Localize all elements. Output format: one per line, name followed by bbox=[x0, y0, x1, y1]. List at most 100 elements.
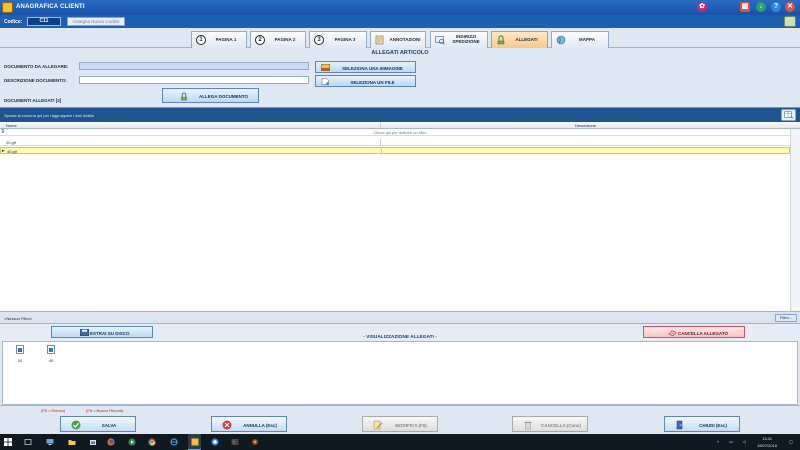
globe-icon bbox=[556, 35, 566, 45]
taskbar: ˄ ▭ ◁ 13:41 19/07/2016 ▢ bbox=[0, 434, 800, 450]
preview-header: ESTRAI SU DISCO - VISUALIZZAZIONE ALLEGA… bbox=[0, 323, 800, 341]
tray-arrow-icon[interactable]: ˄ bbox=[713, 439, 723, 444]
number-2-icon: 2 bbox=[255, 35, 265, 45]
select-image-button[interactable]: SELEZIONA UNA IMMAGINE bbox=[315, 61, 416, 73]
clock-date[interactable]: 19/07/2016 bbox=[752, 443, 782, 448]
tab-label: INDIRIZZI SPEDIZIONE bbox=[452, 34, 480, 44]
bottom-bar: (F5 = Elenco) (F8 = Nuovo Record) SALVA … bbox=[0, 405, 800, 434]
media-player-icon[interactable] bbox=[128, 438, 136, 446]
group-by-panel[interactable]: Sposta la colonna qui per raggruppare i … bbox=[0, 108, 800, 122]
network-icon[interactable]: ▭ bbox=[726, 439, 736, 444]
tab-pagina-3[interactable]: 3 PAGINA 3 bbox=[309, 31, 367, 48]
volume-icon[interactable]: ◁ bbox=[739, 439, 749, 444]
eraser-icon bbox=[668, 330, 677, 336]
shortcut-list-hint: (F5 = Elenco) bbox=[41, 408, 66, 413]
filter-button[interactable]: Filtro... bbox=[775, 314, 797, 322]
trash-icon bbox=[524, 421, 532, 430]
column-header-name[interactable]: Nome bbox=[6, 122, 380, 128]
folder-icon[interactable] bbox=[68, 438, 76, 446]
description-label: DESCRIZIONE DOCUMENTO: bbox=[4, 78, 67, 83]
column-header-description[interactable]: Descrizione bbox=[380, 122, 790, 128]
image-icon bbox=[321, 64, 330, 71]
close-icon[interactable]: ✕ bbox=[785, 2, 795, 12]
notes-icon bbox=[375, 35, 384, 45]
filter-row[interactable]: ⊽ Clicca qui per definire un filtro bbox=[0, 129, 800, 136]
grid-scrollbar[interactable] bbox=[790, 129, 800, 311]
attachment-thumbnail[interactable]: 40 bbox=[44, 345, 58, 363]
table-row[interactable]: ▸ 40.gif bbox=[0, 147, 790, 155]
filter-hint: Clicca qui per definire un filtro bbox=[373, 130, 427, 135]
grid-export-icon bbox=[784, 111, 794, 119]
tool-icon[interactable] bbox=[251, 438, 259, 446]
record-icon[interactable] bbox=[784, 16, 796, 27]
store-icon[interactable] bbox=[89, 438, 97, 446]
tab-label: PAGINA 1 bbox=[215, 37, 237, 42]
clock-time[interactable]: 13:41 bbox=[752, 436, 782, 441]
title-bar: ANAGRAFICA CLIENTI ✿ ▦ ↓ ? ✕ bbox=[0, 0, 800, 15]
checkmark-icon bbox=[71, 420, 81, 430]
tab-pagina-1[interactable]: 1 PAGINA 1 bbox=[191, 31, 247, 48]
attachment-thumbnail[interactable]: 20 bbox=[13, 345, 27, 363]
firefox-icon[interactable] bbox=[107, 438, 115, 446]
terminal-icon[interactable] bbox=[231, 438, 239, 446]
windows-start-icon[interactable] bbox=[4, 438, 12, 446]
notifications-icon[interactable]: ▢ bbox=[786, 439, 796, 444]
tab-annotazioni[interactable]: ANNOTAZIONI bbox=[370, 31, 426, 48]
button-label: MODIFICA (F9) bbox=[395, 422, 427, 428]
exit-door-icon bbox=[676, 420, 683, 430]
close-button[interactable]: CHIUDI (Esc) bbox=[664, 416, 740, 432]
description-field[interactable] bbox=[79, 76, 309, 84]
button-label: SALVA bbox=[101, 422, 117, 428]
document-field[interactable] bbox=[79, 62, 309, 70]
table-cell-name: 40.gif bbox=[7, 149, 17, 154]
attachment-icon bbox=[497, 35, 505, 45]
delete-attachment-button[interactable]: CANCELLA ALLEGATO bbox=[643, 326, 745, 338]
button-label: CANCELLA (Canc) bbox=[541, 422, 581, 428]
window-title: ANAGRAFICA CLIENTI bbox=[16, 4, 85, 10]
document-label: DOCUMENTO DA ALLEGARE: bbox=[4, 64, 69, 69]
thumbnail-label: 20 bbox=[17, 358, 23, 363]
table-row[interactable]: 20.gif bbox=[0, 139, 790, 146]
code-label: Codice: bbox=[4, 19, 23, 25]
tab-label: MAPPA bbox=[579, 37, 595, 42]
cancel-button[interactable]: ANNULLA (Esc) bbox=[211, 416, 287, 432]
number-3-icon: 3 bbox=[314, 35, 324, 45]
tab-label: ALLEGATI bbox=[515, 37, 538, 42]
tab-allegati[interactable]: ALLEGATI bbox=[491, 31, 548, 48]
chrome-icon[interactable] bbox=[148, 438, 156, 446]
edit-icon bbox=[373, 420, 383, 430]
app-logo-icon[interactable] bbox=[191, 438, 199, 446]
button-label: ALLEGA DOCUMENTO bbox=[199, 94, 248, 99]
attach-document-button[interactable]: ALLEGA DOCUMENTO bbox=[162, 88, 259, 103]
row-pointer-icon: ▸ bbox=[2, 148, 5, 154]
section-title: ALLEGATI ARTICOLO bbox=[371, 50, 429, 56]
number-1-icon: 1 bbox=[196, 35, 206, 45]
save-button[interactable]: SALVA bbox=[60, 416, 136, 432]
settings-icon[interactable]: ✿ bbox=[697, 2, 707, 12]
delete-button[interactable]: CANCELLA (Canc) bbox=[512, 416, 588, 432]
shortcut-new-hint: (F8 = Nuovo Record) bbox=[86, 408, 124, 413]
download-icon[interactable]: ↓ bbox=[756, 2, 766, 12]
tab-pagina-2[interactable]: 2 PAGINA 2 bbox=[250, 31, 306, 48]
table-cell-description bbox=[380, 139, 790, 146]
code-field[interactable]: C11 bbox=[27, 17, 61, 26]
grid-options-button[interactable] bbox=[781, 109, 796, 121]
task-view-icon[interactable] bbox=[24, 438, 32, 446]
assign-code-button[interactable]: Assegna Nuovo Codice bbox=[67, 17, 125, 26]
tab-mappa[interactable]: MAPPA bbox=[551, 31, 609, 48]
app-window-icon[interactable] bbox=[211, 438, 219, 446]
help-icon[interactable]: ? bbox=[771, 2, 781, 12]
group-hint: Sposta la colonna qui per raggruppare i … bbox=[4, 113, 95, 118]
attachments-preview: 20 40 bbox=[2, 341, 798, 405]
button-label: SELEZIONA UNA IMMAGINE bbox=[342, 65, 403, 71]
address-icon bbox=[435, 36, 445, 45]
computer-icon[interactable] bbox=[46, 438, 54, 446]
button-label: CHIUDI (Esc) bbox=[699, 422, 727, 428]
button-label: SELEZIONA UN FILE bbox=[350, 79, 395, 85]
select-file-button[interactable]: SELEZIONA UN FILE bbox=[315, 75, 416, 87]
calculator-icon[interactable]: ▦ bbox=[740, 2, 750, 12]
tab-label: ANNOTAZIONI bbox=[389, 37, 421, 42]
tab-indirizzi-spedizione[interactable]: INDIRIZZI SPEDIZIONE bbox=[430, 31, 488, 48]
internet-explorer-icon[interactable] bbox=[170, 438, 178, 446]
edit-button[interactable]: MODIFICA (F9) bbox=[362, 416, 438, 432]
